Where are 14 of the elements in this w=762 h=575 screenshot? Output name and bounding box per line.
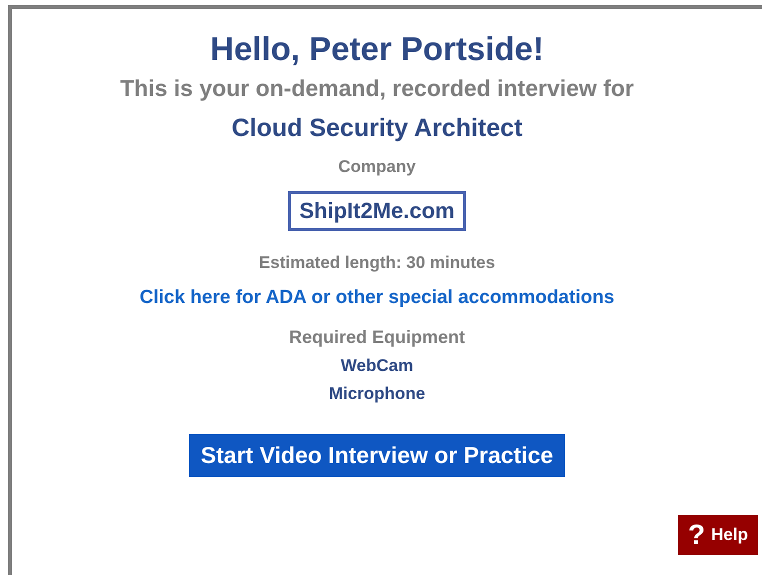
question-icon: ?	[688, 519, 706, 551]
greeting-heading: Hello, Peter Portside!	[210, 29, 544, 69]
start-button[interactable]: Start Video Interview or Practice	[188, 434, 566, 477]
help-button[interactable]: ? Help	[678, 515, 758, 555]
equipment-label: Required Equipment	[288, 327, 465, 348]
length-text: Estimated length: 30 minutes	[258, 253, 496, 273]
equipment-item: Microphone	[328, 384, 426, 404]
intro-text: This is your on-demand, recorded interview for	[120, 75, 634, 102]
job-title: Cloud Security Architect	[232, 114, 522, 143]
help-label: Help	[711, 525, 748, 545]
accommodations-link[interactable]: Click here for ADA or other special accommodations	[140, 287, 614, 309]
company-label: Company	[338, 157, 416, 177]
company-name: ShipIt2Me.com	[288, 191, 466, 231]
equipment-item: WebCam	[340, 356, 414, 376]
